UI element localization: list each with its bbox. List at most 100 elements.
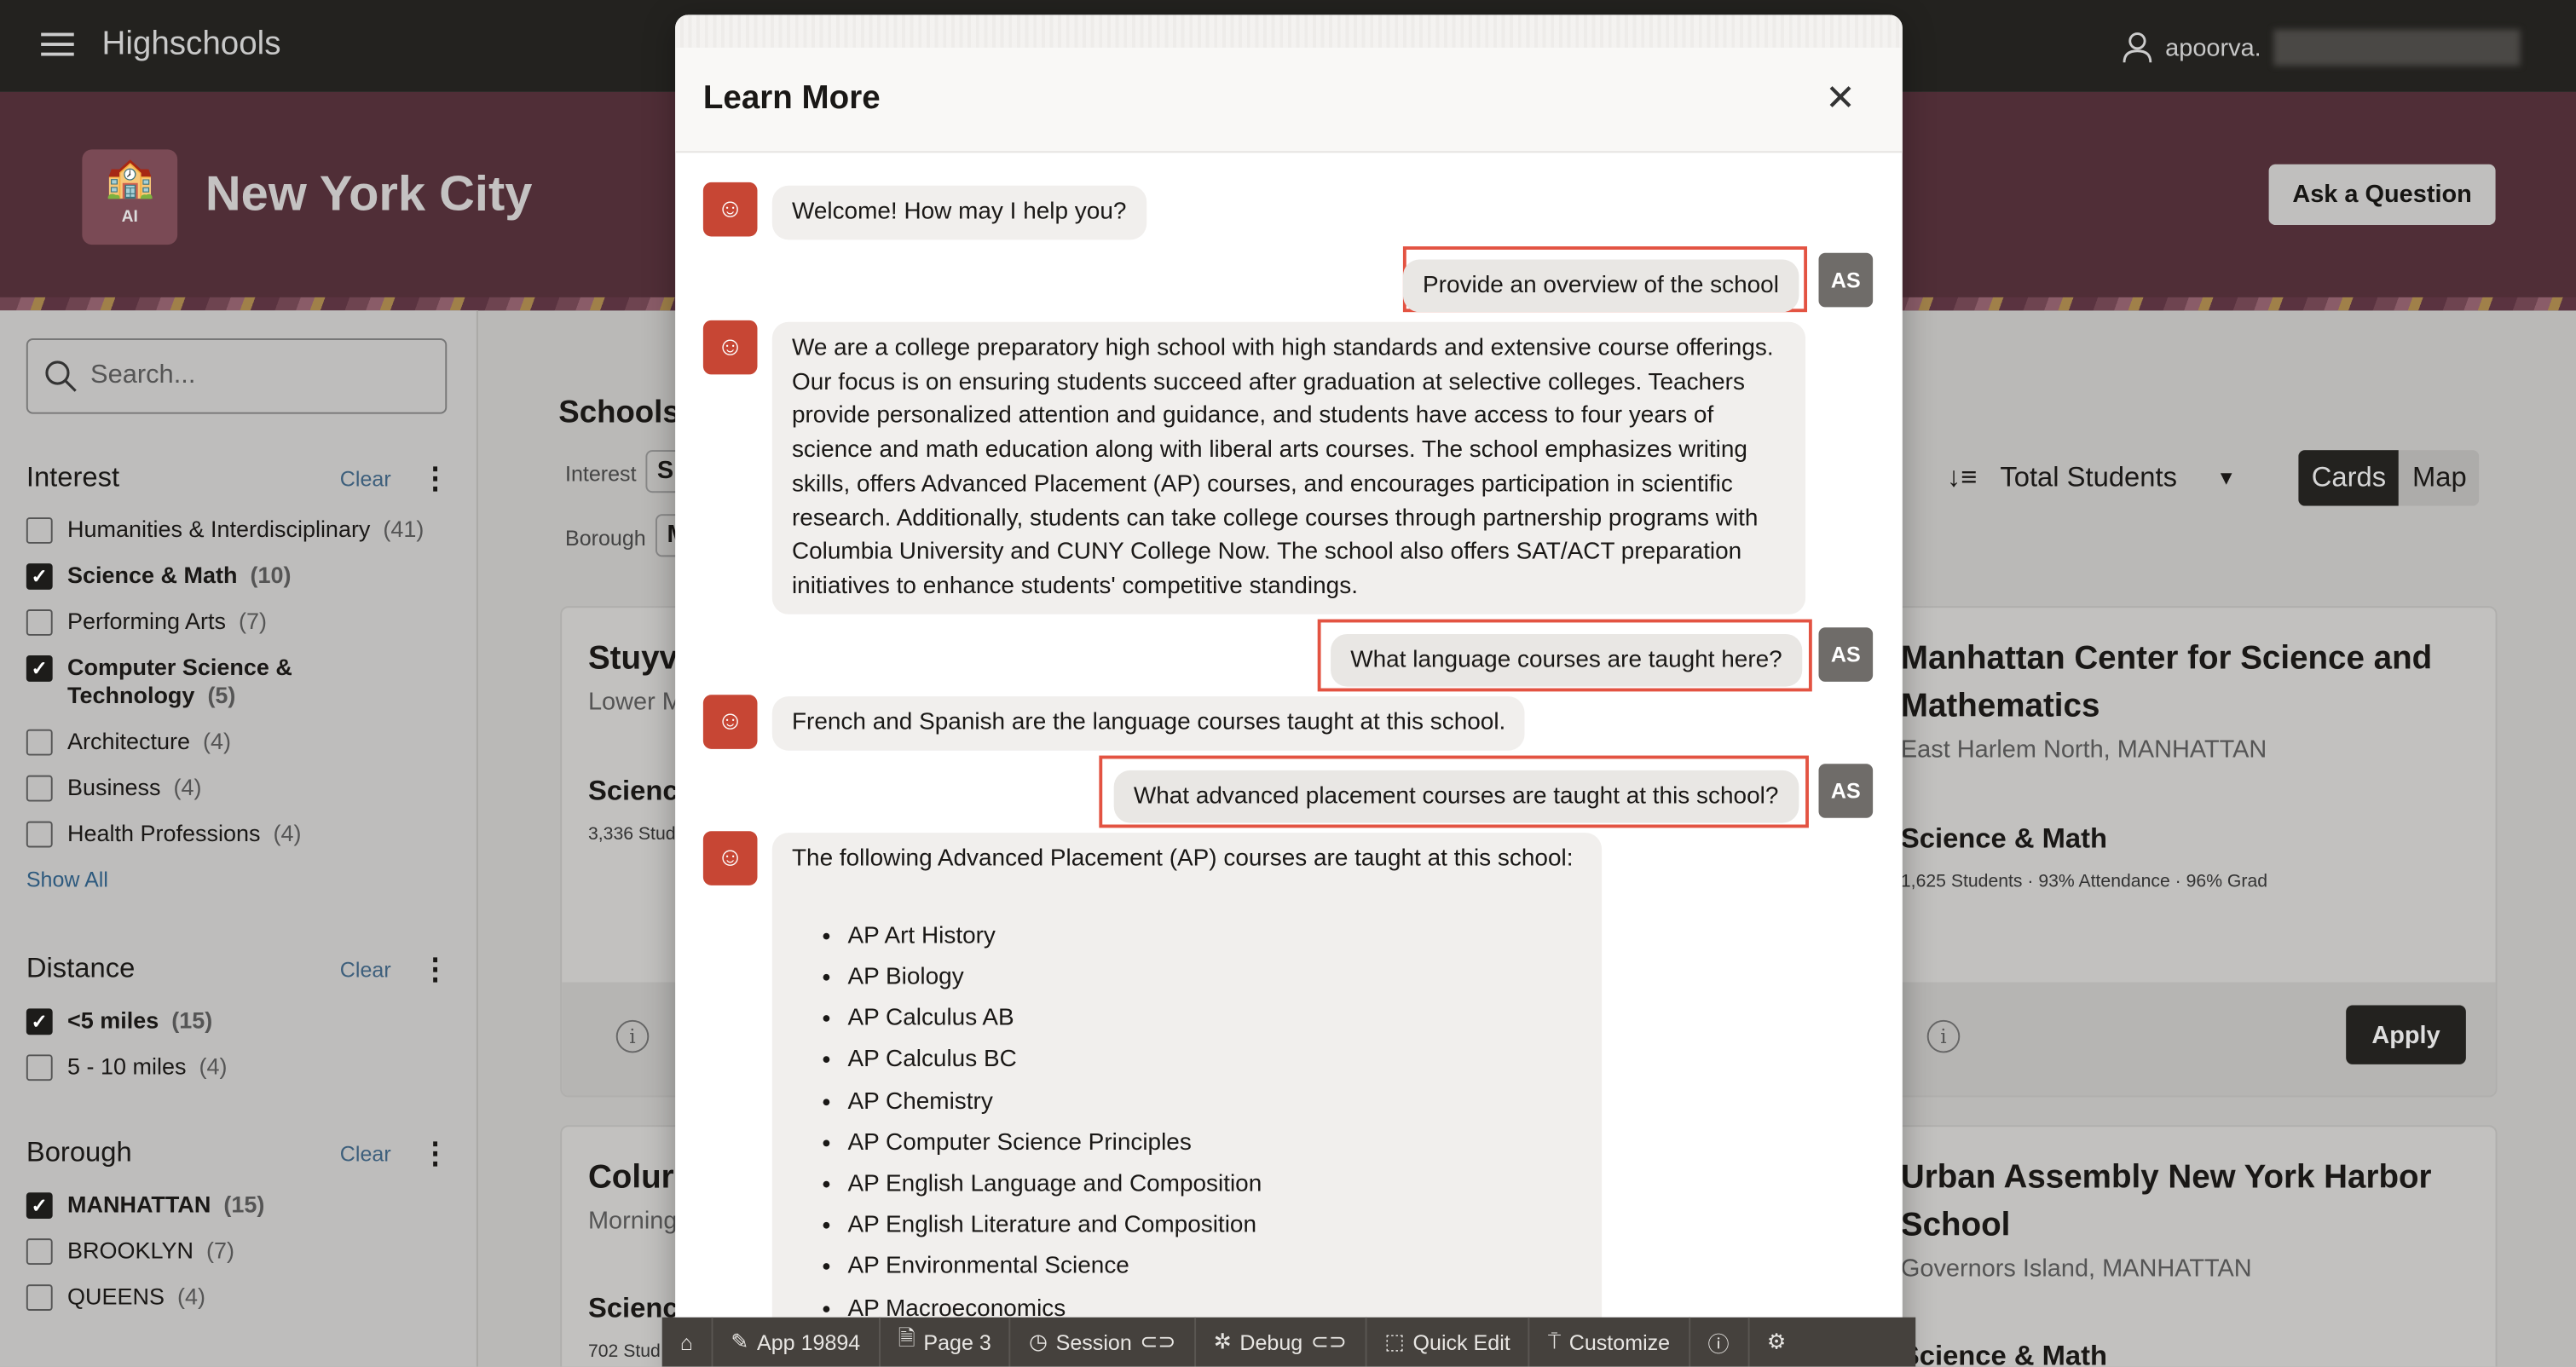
- info-icon: ⓘ: [1707, 1331, 1730, 1356]
- ap-course-item: AP English Literature and Composition: [847, 1206, 1582, 1248]
- checkbox[interactable]: [26, 1284, 53, 1311]
- home-button[interactable]: ⌂: [662, 1317, 713, 1367]
- gear-icon: ⚙: [1766, 1329, 1787, 1354]
- toggle-icon: ⊂⊃: [1310, 1329, 1347, 1354]
- info-icon[interactable]: i: [615, 1019, 650, 1053]
- option-count: (15): [171, 1007, 213, 1034]
- cursor-select-icon: ⬚: [1384, 1329, 1405, 1354]
- ap-course-item: AP Computer Science Principles: [847, 1123, 1582, 1165]
- option-label: QUEENS: [67, 1283, 165, 1310]
- facet-option[interactable]: Architecture (4): [26, 728, 450, 756]
- schools-heading: Schools:: [558, 395, 690, 430]
- filter-borough-label: Borough: [564, 525, 646, 551]
- user-message: Provide an overview of the school: [1402, 259, 1799, 313]
- dropdown-arrow-icon: ▼: [2216, 466, 2237, 490]
- option-label: Performing Arts: [67, 608, 226, 634]
- option-label: Architecture: [67, 727, 190, 754]
- cards-view-button[interactable]: Cards: [2298, 450, 2400, 506]
- checkbox[interactable]: [26, 1054, 53, 1081]
- more-options-icon[interactable]: ⋮: [420, 461, 450, 495]
- checkbox[interactable]: ✓: [26, 655, 53, 682]
- apply-button[interactable]: Apply: [2346, 1005, 2466, 1064]
- option-label: Humanities & Interdisciplinary: [67, 516, 371, 543]
- sort-select[interactable]: ↓≡ Total Students ▼: [1947, 462, 2236, 495]
- facet-option[interactable]: Health Professions (4): [26, 820, 450, 848]
- facet-option[interactable]: Business (4): [26, 774, 450, 802]
- page-button[interactable]: 🗎 Page 3: [880, 1317, 1011, 1367]
- checkbox[interactable]: [26, 517, 53, 544]
- checkbox[interactable]: ✓: [26, 1008, 53, 1035]
- option-count: (4): [273, 819, 302, 846]
- filter-sidebar: Search... Interest Clear ⋮ Humanities & In…: [0, 310, 478, 1367]
- view-toggle: Cards Map: [2298, 450, 2481, 506]
- option-label: Science & Math: [67, 562, 238, 588]
- session-button[interactable]: ◷ Session ⊂⊃: [1011, 1317, 1196, 1367]
- user-name: apoorva.: [2165, 33, 2261, 62]
- bot-message: We are a college preparatory high school…: [771, 321, 1806, 614]
- redacted-username: [2274, 29, 2521, 66]
- user-message: What advanced placement courses are taug…: [1113, 770, 1799, 823]
- facet-option[interactable]: QUEENS (4): [26, 1283, 450, 1311]
- clear-link[interactable]: Clear: [340, 957, 391, 982]
- debug-button[interactable]: ✲ Debug ⊂⊃: [1196, 1317, 1367, 1367]
- quick-edit-button[interactable]: ⬚ Quick Edit: [1366, 1317, 1530, 1367]
- checkbox[interactable]: ✓: [26, 563, 53, 590]
- facet-title: Borough: [26, 1136, 132, 1168]
- user-avatar: AS: [1818, 252, 1874, 308]
- clear-link[interactable]: Clear: [340, 465, 391, 490]
- customize-button[interactable]: ⍑ Customize: [1530, 1317, 1690, 1367]
- option-label: <5 miles: [67, 1007, 159, 1034]
- checkbox[interactable]: [26, 1238, 53, 1266]
- home-icon: ⌂: [679, 1330, 694, 1355]
- bot-avatar-icon: ☺: [702, 182, 758, 237]
- option-label: Computer Science & Technology: [67, 654, 292, 708]
- info-icon[interactable]: i: [1926, 1019, 1961, 1053]
- option-label: 5 - 10 miles: [67, 1053, 187, 1080]
- app-button[interactable]: ✎ App 19894: [713, 1317, 881, 1367]
- facet-option[interactable]: ✓ MANHATTAN (15): [26, 1191, 450, 1220]
- bot-message: Welcome! How may I help you?: [771, 185, 1146, 239]
- option-label: Health Professions: [67, 819, 261, 846]
- page-icon: 🗎: [898, 1325, 915, 1351]
- ap-course-item: AP Environmental Science: [847, 1247, 1582, 1289]
- user-icon: [2123, 32, 2152, 63]
- facet-option[interactable]: ✓ <5 miles (15): [26, 1007, 450, 1035]
- close-icon[interactable]: ✕: [1825, 79, 1856, 116]
- checkbox[interactable]: [26, 821, 53, 848]
- user-menu[interactable]: apoorva.: [2123, 29, 2521, 66]
- bot-avatar-icon: ☺: [702, 320, 758, 375]
- clear-link[interactable]: Clear: [340, 1141, 391, 1166]
- checkbox[interactable]: ✓: [26, 1192, 53, 1220]
- more-options-icon[interactable]: ⋮: [420, 1136, 450, 1170]
- paint-roller-icon: ⍑: [1548, 1329, 1562, 1354]
- facet-option[interactable]: BROOKLYN (7): [26, 1237, 450, 1266]
- option-label: BROOKLYN: [67, 1237, 193, 1264]
- checkbox[interactable]: [26, 775, 53, 802]
- facet-option[interactable]: Performing Arts (7): [26, 608, 450, 636]
- bot-message: The following Advanced Placement (AP) co…: [771, 833, 1603, 1367]
- app-title[interactable]: Highschools: [101, 26, 280, 64]
- ask-question-button[interactable]: Ask a Question: [2268, 164, 2496, 226]
- facet-option[interactable]: Humanities & Interdisciplinary (41): [26, 516, 450, 544]
- option-count: (4): [176, 1283, 205, 1310]
- option-count: (41): [383, 516, 425, 543]
- settings-button[interactable]: ⚙: [1749, 1318, 1805, 1367]
- search-input[interactable]: Search...: [26, 338, 448, 414]
- hamburger-menu-icon[interactable]: [41, 32, 74, 56]
- facet-option[interactable]: 5 - 10 miles (4): [26, 1053, 450, 1081]
- school-ai-logo: 🏫 AI: [82, 149, 178, 245]
- developer-toolbar: ⌂ ✎ App 19894 🗎 Page 3 ◷ Session ⊂⊃ ✲ Debug ⊂⊃…: [661, 1317, 1916, 1367]
- checkbox[interactable]: [26, 729, 53, 756]
- more-options-icon[interactable]: ⋮: [420, 952, 450, 986]
- facet-option[interactable]: ✓ Computer Science & Technology (5): [26, 654, 450, 710]
- school-card[interactable]: Urban Assembly New York Harbor School Go…: [1873, 1125, 2498, 1367]
- map-view-button[interactable]: Map: [2399, 450, 2481, 506]
- filter-interest-label: Interest: [564, 461, 637, 487]
- facet-option[interactable]: ✓ Science & Math (10): [26, 562, 450, 590]
- checkbox[interactable]: [26, 609, 53, 636]
- ap-course-item: AP Art History: [847, 916, 1582, 958]
- option-count: (7): [238, 608, 267, 634]
- dialog-title: Learn More: [702, 80, 881, 117]
- show-all-link[interactable]: Show All: [26, 868, 450, 892]
- info-button[interactable]: ⓘ: [1689, 1317, 1749, 1367]
